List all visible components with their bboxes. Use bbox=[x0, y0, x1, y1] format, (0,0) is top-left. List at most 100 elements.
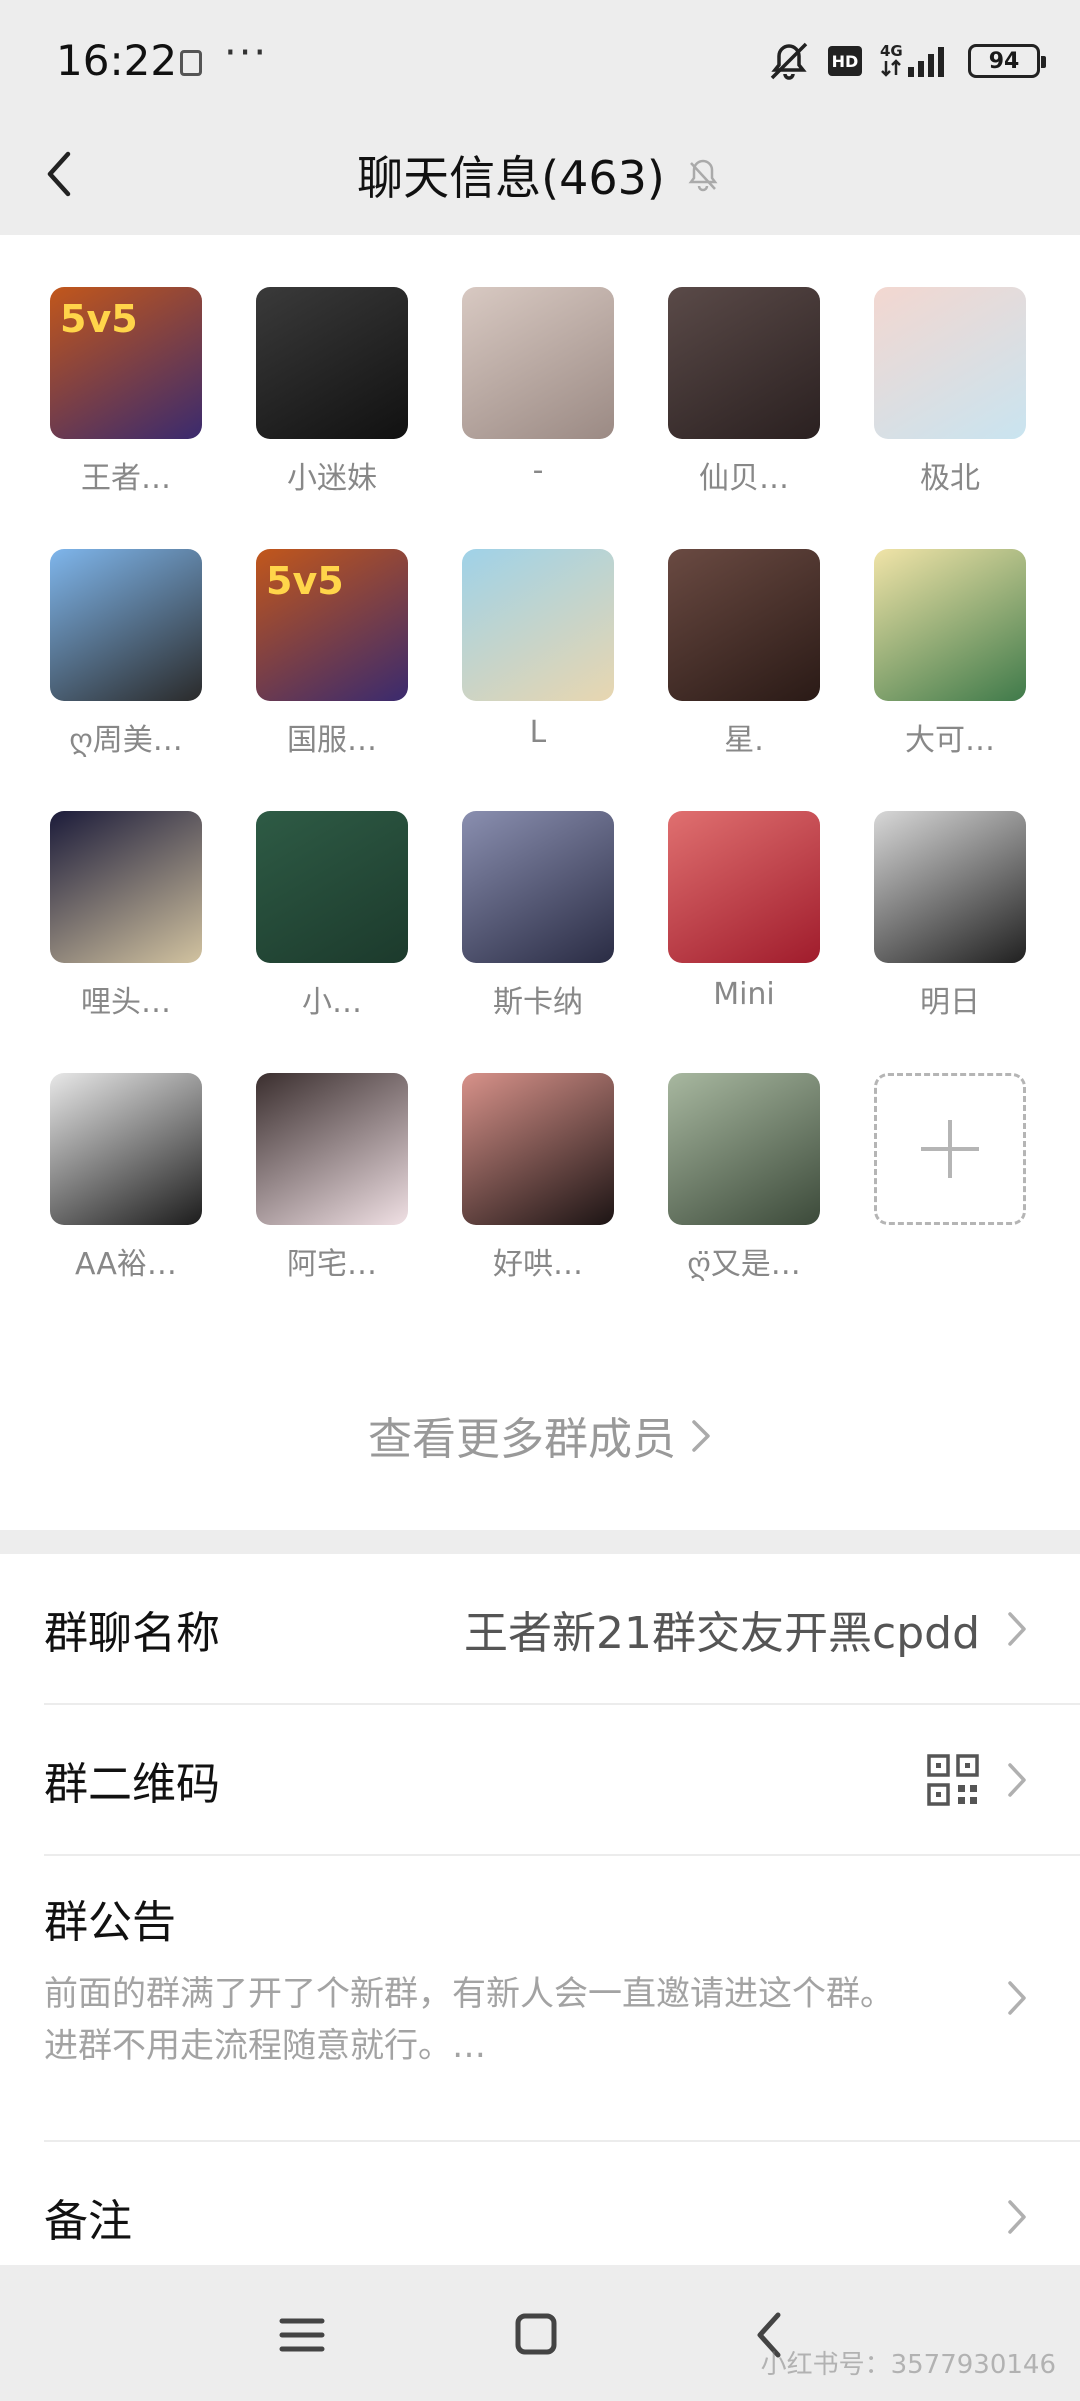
member-name: 仙贝… bbox=[699, 461, 789, 496]
remark-label: 备注 bbox=[44, 2196, 132, 2247]
member-item[interactable]: 小迷妹 bbox=[256, 287, 408, 549]
avatar: 5v5 bbox=[50, 287, 202, 439]
member-item[interactable]: 好哄… bbox=[462, 1073, 614, 1335]
member-name: - bbox=[532, 453, 544, 488]
member-name: 国服… bbox=[287, 723, 377, 758]
more-notifications-icon: ··· bbox=[224, 30, 269, 76]
bell-off-icon bbox=[688, 159, 718, 192]
member-grid: 5v5 王者… 小迷妹 - 仙贝… 极北 ღ周美… 5v5 国服… L 星. 大可… 哩头… 小… 斯卡纳 M… bbox=[50, 287, 1030, 1335]
signal-icon: 4G bbox=[878, 41, 952, 81]
home-icon[interactable] bbox=[506, 2307, 566, 2363]
member-name: ღ̈又是… bbox=[687, 1247, 801, 1282]
avatar bbox=[462, 1073, 614, 1225]
avatar: 5v5 bbox=[256, 549, 408, 701]
avatar bbox=[668, 811, 820, 963]
group-qr-row[interactable]: 群二维码 bbox=[44, 1705, 1080, 1856]
mute-icon bbox=[766, 38, 812, 84]
avatar bbox=[50, 1073, 202, 1225]
group-notice-row[interactable]: 群公告 前面的群满了开了个新群，有新人会一直邀请进这个群。 进群不用走流程随意就… bbox=[44, 1856, 1080, 2142]
member-item[interactable]: 5v5 国服… bbox=[256, 549, 408, 811]
group-name-label: 群聊名称 bbox=[44, 1607, 220, 1659]
member-item[interactable]: ღ̈又是… bbox=[668, 1073, 820, 1335]
member-name: 阿宅… bbox=[287, 1247, 377, 1282]
hd-badge: HD bbox=[828, 46, 862, 76]
member-item[interactable]: Mini bbox=[668, 811, 820, 1073]
page-title: 聊天信息(463) bbox=[357, 151, 665, 205]
member-name: 大可… bbox=[905, 723, 995, 758]
member-item[interactable]: 星. bbox=[668, 549, 820, 811]
member-name: L bbox=[529, 715, 547, 750]
member-item[interactable]: 5v5 王者… bbox=[50, 287, 202, 549]
chevron-right-icon bbox=[1008, 2200, 1026, 2234]
chevron-right-icon bbox=[1008, 1762, 1026, 1797]
member-item[interactable]: L bbox=[462, 549, 614, 811]
menu-icon[interactable] bbox=[272, 2307, 332, 2363]
avatar bbox=[462, 811, 614, 963]
avatar bbox=[50, 549, 202, 701]
member-name: AA裕… bbox=[75, 1247, 177, 1282]
member-name: 好哄… bbox=[493, 1247, 583, 1282]
system-nav-bar: 小红书号：3577930146 bbox=[0, 2265, 1080, 2401]
member-item[interactable]: 斯卡纳 bbox=[462, 811, 614, 1073]
member-name: 小迷妹 bbox=[287, 461, 377, 496]
avatar bbox=[462, 287, 614, 439]
avatar bbox=[874, 811, 1026, 963]
avatar bbox=[462, 549, 614, 701]
watermark: 小红书号：3577930146 bbox=[760, 2350, 1056, 2380]
group-name-value: 王者新21群交友开黑cpdd bbox=[464, 1607, 980, 1659]
avatar bbox=[668, 549, 820, 701]
member-item[interactable]: 小… bbox=[256, 811, 408, 1073]
chevron-right-icon bbox=[1008, 1611, 1026, 1646]
notification-app-icon bbox=[180, 50, 202, 76]
members-panel: 5v5 王者… 小迷妹 - 仙贝… 极北 ღ周美… 5v5 国服… L 星. 大可… 哩头… 小… 斯卡纳 M… bbox=[0, 235, 1080, 1530]
settings-list: 群聊名称 王者新21群交友开黑cpdd 群二维码 群公告 前面的群满了开了个新群… bbox=[0, 1554, 1080, 2292]
member-name: 极北 bbox=[920, 461, 980, 496]
add-member-tile bbox=[874, 1073, 1026, 1225]
page-title-container: 聊天信息(463) bbox=[0, 142, 1080, 208]
status-indicators: HD 4G 94 bbox=[766, 36, 1046, 86]
group-notice-text: 前面的群满了开了个新群，有新人会一直邀请进这个群。 进群不用走流程随意就行。… bbox=[44, 1974, 894, 2066]
member-item[interactable]: ღ周美… bbox=[50, 549, 202, 811]
member-item[interactable]: - bbox=[462, 287, 614, 549]
member-item[interactable]: 极北 bbox=[874, 287, 1026, 549]
group-notice-label: 群公告 bbox=[44, 1897, 176, 1948]
status-bar: 16:22 ··· HD 4G 94 bbox=[0, 0, 1080, 120]
member-item[interactable]: AA裕… bbox=[50, 1073, 202, 1335]
avatar-logo: 5v5 bbox=[266, 559, 344, 603]
status-time: 16:22 bbox=[56, 36, 178, 85]
group-qr-label: 群二维码 bbox=[44, 1758, 220, 1810]
avatar bbox=[256, 811, 408, 963]
member-name: 星. bbox=[724, 723, 764, 758]
group-name-row[interactable]: 群聊名称 王者新21群交友开黑cpdd bbox=[44, 1554, 1080, 1705]
member-item[interactable]: 阿宅… bbox=[256, 1073, 408, 1335]
battery-indicator: 94 bbox=[968, 44, 1046, 78]
avatar bbox=[256, 1073, 408, 1225]
member-item[interactable]: 大可… bbox=[874, 549, 1026, 811]
qr-code-icon bbox=[927, 1753, 979, 1806]
avatar bbox=[668, 287, 820, 439]
member-item[interactable]: 仙贝… bbox=[668, 287, 820, 549]
more-members-link[interactable]: 查看更多群成员 bbox=[0, 1403, 1080, 1467]
member-name: 哩头… bbox=[81, 985, 171, 1020]
nav-header: 聊天信息(463) bbox=[0, 120, 1080, 235]
member-name: 明日 bbox=[920, 985, 980, 1020]
member-item[interactable]: 明日 bbox=[874, 811, 1026, 1073]
avatar bbox=[874, 549, 1026, 701]
member-name: Mini bbox=[713, 977, 775, 1012]
plus-icon bbox=[921, 1120, 979, 1178]
avatar bbox=[256, 287, 408, 439]
avatar bbox=[874, 287, 1026, 439]
avatar-logo: 5v5 bbox=[60, 297, 138, 341]
add-member-button[interactable] bbox=[874, 1073, 1026, 1335]
member-name: ღ周美… bbox=[69, 723, 183, 758]
more-members-label: 查看更多群成员 bbox=[368, 1414, 676, 1465]
chevron-right-icon bbox=[690, 1414, 712, 1465]
member-item[interactable]: 哩头… bbox=[50, 811, 202, 1073]
avatar bbox=[50, 811, 202, 963]
member-name: 小… bbox=[302, 985, 362, 1020]
member-name: 王者… bbox=[81, 461, 171, 496]
svg-text:4G: 4G bbox=[880, 42, 903, 60]
avatar bbox=[668, 1073, 820, 1225]
chevron-right-icon bbox=[1008, 1981, 1026, 2015]
member-name: 斯卡纳 bbox=[493, 985, 583, 1020]
